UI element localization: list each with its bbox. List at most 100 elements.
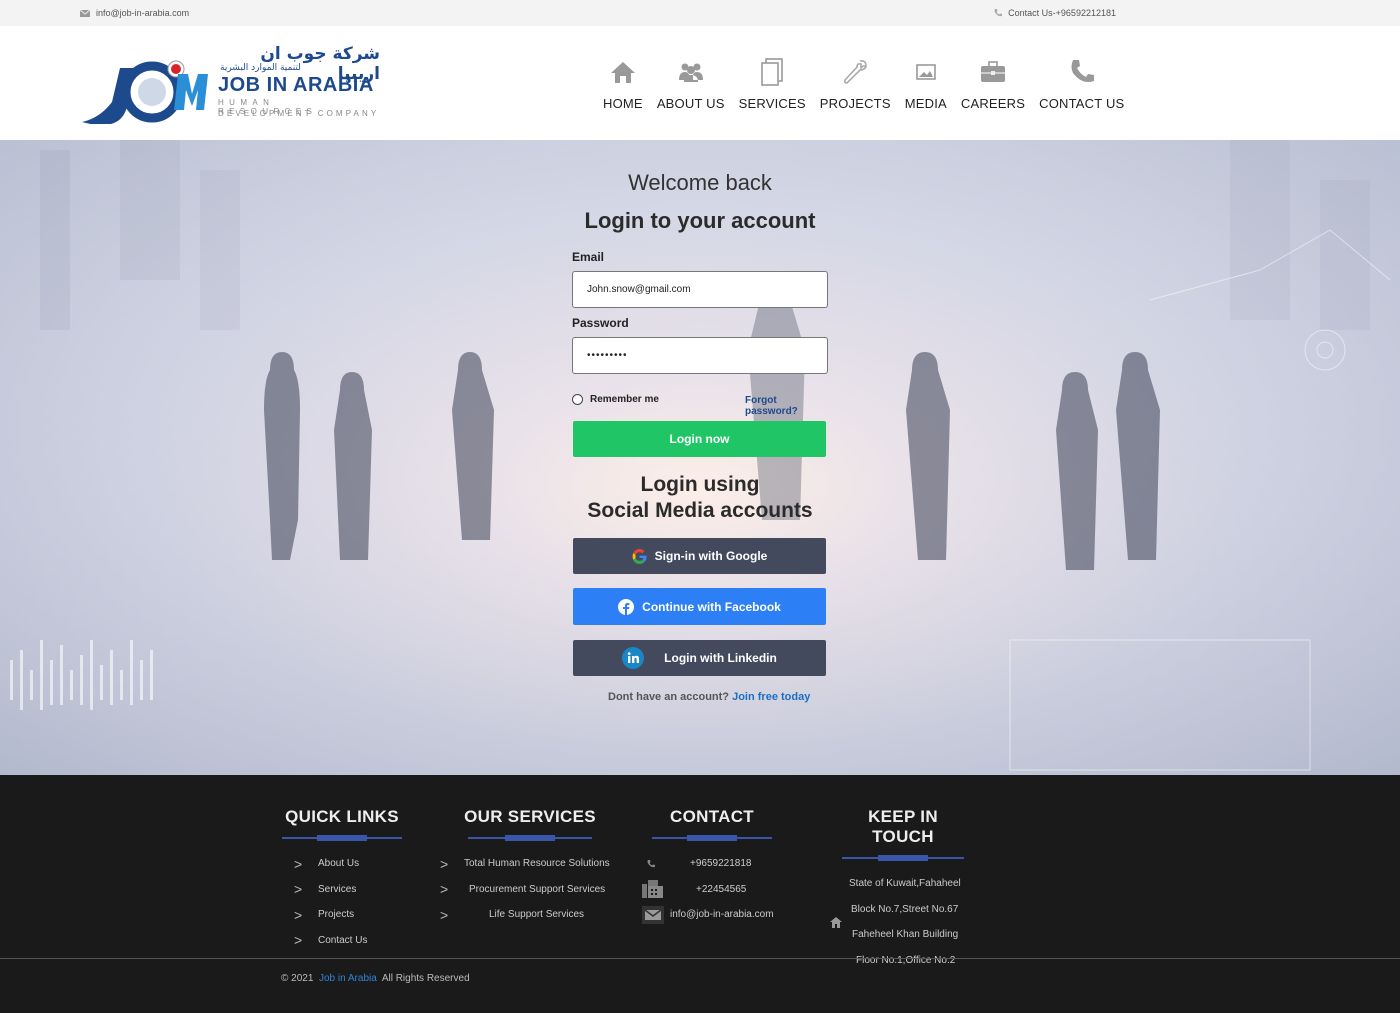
google-signin-button[interactable]: Sign-in with Google bbox=[573, 538, 826, 574]
chevron-right-icon: > bbox=[294, 855, 303, 872]
nav-media[interactable]: MEDIA bbox=[898, 56, 954, 111]
footer-link-about[interactable]: > About Us bbox=[282, 851, 402, 877]
services-heading: OUR SERVICES bbox=[464, 807, 596, 826]
signup-text: Dont have an account? bbox=[608, 691, 730, 703]
logo[interactable]: شركة جوب ان اريبيا لتنمية الموارد البشري… bbox=[80, 44, 380, 126]
keep-in-touch-divider bbox=[842, 855, 964, 861]
password-label: Password bbox=[572, 316, 629, 330]
footer-service-item[interactable]: > Life Support Services bbox=[440, 902, 620, 928]
copyright: © 2021 Job in Arabia All Rights Reserved bbox=[281, 973, 470, 984]
linkedin-signin-button[interactable]: Login with Linkedin bbox=[573, 640, 826, 676]
password-field[interactable]: ••••••••• bbox=[572, 337, 828, 374]
phone-icon bbox=[1071, 60, 1094, 82]
nav-home[interactable]: HOME bbox=[596, 56, 650, 111]
site-header: شركة جوب ان اريبيا لتنمية الموارد البشري… bbox=[0, 26, 1400, 140]
logo-sub2: DEVELOPMENT COMPANY bbox=[218, 109, 380, 118]
main-nav: HOME ABOUT US SERVICES PROJECTS MEDIA CA… bbox=[596, 56, 1131, 111]
logo-brand: JOB IN ARABIA bbox=[218, 74, 374, 96]
phone-icon bbox=[647, 859, 655, 867]
linkedin-button-label: Login with Linkedin bbox=[664, 651, 777, 665]
wrench-icon bbox=[844, 60, 868, 84]
copyright-brand-link[interactable]: Job in Arabia bbox=[319, 973, 377, 984]
login-title: Login to your account bbox=[584, 208, 816, 233]
quick-links-heading: QUICK LINKS bbox=[285, 807, 399, 826]
chevron-right-icon: > bbox=[294, 906, 303, 923]
email-field[interactable]: John.snow@gmail.com bbox=[572, 271, 828, 308]
nav-media-label: MEDIA bbox=[904, 96, 947, 111]
nav-home-label: HOME bbox=[603, 96, 643, 111]
top-email-text: info@job-in-arabia.com bbox=[96, 8, 190, 18]
facebook-button-label: Continue with Facebook bbox=[642, 599, 781, 614]
join-link[interactable]: Join free today bbox=[732, 691, 810, 703]
footer-phone[interactable]: +9659221818 bbox=[642, 851, 782, 877]
quick-links-divider bbox=[282, 835, 402, 841]
footer-link-projects[interactable]: > Projects bbox=[282, 902, 402, 928]
footer-email[interactable]: info@job-in-arabia.com bbox=[642, 902, 782, 928]
nav-careers[interactable]: CAREERS bbox=[954, 56, 1032, 111]
home-icon bbox=[830, 917, 842, 928]
welcome-heading: Welcome back bbox=[628, 170, 772, 195]
hero-section: Welcome back Login to your account Email… bbox=[0, 140, 1400, 775]
nav-projects[interactable]: PROJECTS bbox=[813, 56, 898, 111]
nav-about-label: ABOUT US bbox=[656, 96, 725, 111]
social-login-title: Login using Social Media accounts bbox=[572, 472, 828, 524]
remember-radio[interactable] bbox=[572, 394, 583, 405]
logo-mark-icon bbox=[82, 60, 208, 124]
social-title-line2: Social Media accounts bbox=[587, 499, 813, 522]
footer-keep-in-touch: KEEP IN TOUCH State of Kuwait,Fahaheel B… bbox=[830, 807, 970, 973]
chevron-right-icon: > bbox=[440, 881, 449, 898]
address-line: State of Kuwait,Fahaheel bbox=[849, 878, 961, 890]
nav-services[interactable]: SERVICES bbox=[732, 56, 813, 111]
services-divider bbox=[468, 835, 592, 841]
address-line: Faheheel Khan Building bbox=[852, 929, 959, 941]
remember-label: Remember me bbox=[590, 394, 659, 405]
login-button[interactable]: Login now bbox=[573, 421, 826, 457]
social-title-line1: Login using bbox=[640, 473, 760, 496]
nav-contact[interactable]: CONTACT US bbox=[1032, 56, 1131, 111]
mail-icon bbox=[80, 9, 90, 17]
keep-in-touch-heading: KEEP IN TOUCH bbox=[868, 807, 938, 846]
nav-contact-label: CONTACT US bbox=[1039, 96, 1125, 111]
footer-service-item[interactable]: > Total Human Resource Solutions bbox=[440, 851, 620, 877]
briefcase-icon bbox=[981, 61, 1005, 82]
chevron-right-icon: > bbox=[294, 932, 303, 949]
contact-heading: CONTACT bbox=[670, 807, 754, 826]
footer-service-item[interactable]: > Procurement Support Services bbox=[440, 877, 620, 903]
nav-about[interactable]: ABOUT US bbox=[650, 56, 732, 111]
footer-fax[interactable]: +22454565 bbox=[642, 877, 782, 903]
forgot-password-link[interactable]: Forgot password? bbox=[745, 395, 832, 417]
fax-icon bbox=[642, 880, 663, 899]
phone-icon bbox=[994, 9, 1003, 17]
nav-services-label: SERVICES bbox=[738, 96, 806, 111]
contact-divider bbox=[652, 835, 772, 841]
footer-link-contact[interactable]: > Contact Us bbox=[282, 928, 402, 954]
chevron-right-icon: > bbox=[440, 906, 449, 923]
address-line: Block No.7,Street No.67 bbox=[851, 903, 959, 915]
facebook-signin-button[interactable]: Continue with Facebook bbox=[573, 588, 826, 625]
google-icon bbox=[632, 548, 647, 564]
image-icon bbox=[915, 64, 936, 80]
signup-prompt: Dont have an account? Join free today bbox=[608, 691, 810, 703]
address-line: Floor No.1,Office No.2 bbox=[856, 954, 956, 966]
footer-contact: CONTACT +9659221818 +22454565 info@job-i… bbox=[642, 807, 782, 928]
top-phone[interactable]: Contact Us-+96592212181 bbox=[994, 8, 1116, 18]
footer-link-services[interactable]: > Services bbox=[282, 877, 402, 903]
linkedin-icon bbox=[622, 647, 645, 669]
users-icon bbox=[678, 63, 703, 82]
logo-arabic-sub: لتنمية الموارد البشرية bbox=[220, 63, 301, 73]
copyright-suffix: All Rights Reserved bbox=[381, 973, 470, 984]
chevron-right-icon: > bbox=[294, 881, 303, 898]
remember-me[interactable]: Remember me bbox=[572, 394, 659, 405]
nav-projects-label: PROJECTS bbox=[819, 96, 891, 111]
home-icon bbox=[610, 62, 635, 83]
chevron-right-icon: > bbox=[440, 855, 449, 872]
footer-divider bbox=[0, 958, 1400, 959]
login-form: Welcome back Login to your account Email… bbox=[572, 140, 832, 775]
facebook-icon bbox=[618, 598, 635, 615]
site-footer: QUICK LINKS > About Us > Services > Project… bbox=[0, 775, 1400, 1013]
document-icon bbox=[761, 58, 783, 86]
top-phone-text: Contact Us-+96592212181 bbox=[1008, 8, 1116, 18]
top-email[interactable]: info@job-in-arabia.com bbox=[80, 8, 189, 18]
footer-quick-links: QUICK LINKS > About Us > Services > Project… bbox=[282, 807, 402, 953]
email-label: Email bbox=[572, 250, 605, 264]
